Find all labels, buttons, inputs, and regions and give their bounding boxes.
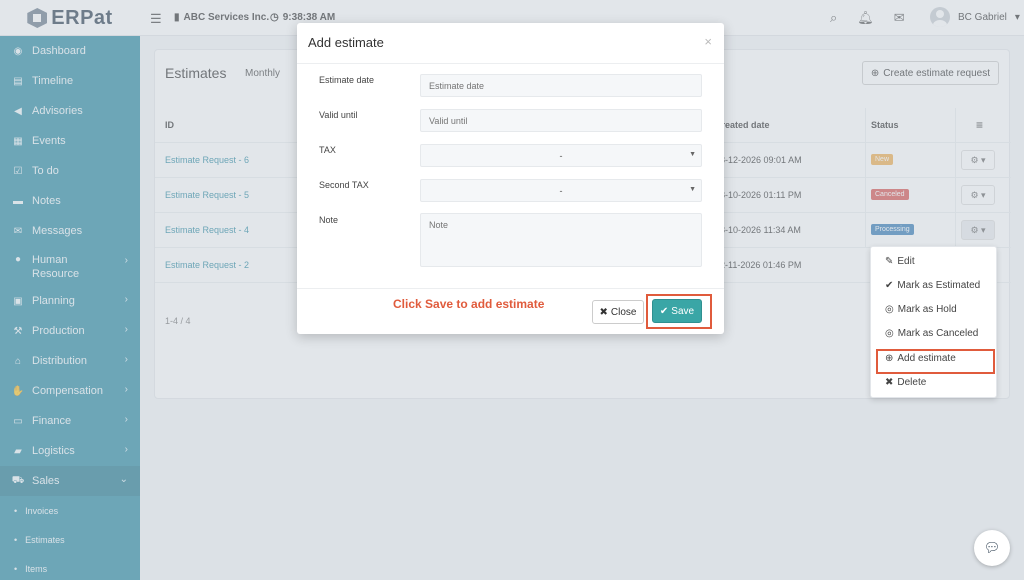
menu-item-edit[interactable]: ✎ Edit — [885, 256, 915, 267]
valid-until-input[interactable] — [420, 109, 702, 132]
menu-item-mark-estimated[interactable]: ✔ Mark as Estimated — [885, 280, 980, 291]
pencil-icon: ✎ — [885, 256, 894, 267]
divider — [297, 288, 724, 289]
instruction-hint: Click Save to add estimate — [393, 297, 545, 311]
menu-item-mark-hold[interactable]: ◎ Mark as Hold — [885, 304, 957, 315]
valid-until-label: Valid until — [319, 110, 358, 120]
tax-label: TAX — [319, 145, 336, 155]
close-icon[interactable]: × — [704, 34, 712, 49]
save-highlight — [646, 294, 712, 329]
menu-item-mark-canceled[interactable]: ◎ Mark as Canceled — [885, 328, 978, 339]
modal-title: Add estimate — [308, 35, 384, 50]
close-button[interactable]: ✖ Close — [592, 300, 644, 324]
estimate-date-input[interactable] — [420, 74, 702, 97]
check-circle-icon: ✔ — [885, 280, 894, 291]
stop-circle-icon: ◎ — [885, 304, 894, 315]
second-tax-select[interactable]: - ▼ — [420, 179, 702, 202]
note-label: Note — [319, 215, 339, 225]
divider — [297, 63, 724, 64]
caret-down-icon: ▼ — [689, 186, 696, 193]
row-actions-menu: ✎ Edit ✔ Mark as Estimated ◎ Mark as Hold ◎… — [870, 246, 997, 398]
tax-select[interactable]: - ▼ — [420, 144, 702, 167]
add-estimate-highlight — [876, 349, 995, 374]
second-tax-label: Second TAX — [319, 180, 369, 190]
caret-down-icon: ▼ — [689, 151, 696, 158]
times-icon: ✖ — [885, 377, 894, 388]
menu-item-delete[interactable]: ✖ Delete — [885, 377, 926, 388]
note-textarea[interactable] — [420, 213, 702, 267]
times-icon: ✖ — [599, 306, 608, 318]
chat-icon[interactable]: 💬︎ — [974, 530, 1010, 566]
estimate-date-label: Estimate date — [319, 75, 375, 85]
stop-circle-icon: ◎ — [885, 328, 894, 339]
add-estimate-modal: Add estimate × Estimate date Valid until… — [297, 23, 724, 334]
